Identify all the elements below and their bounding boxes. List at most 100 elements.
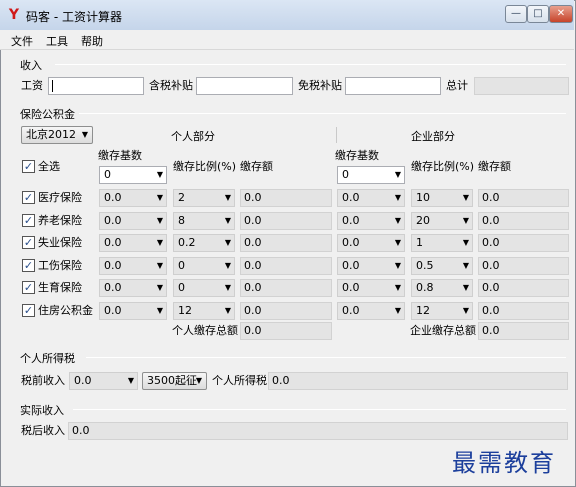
income-group-label: 收入 <box>20 59 42 72</box>
company-ratio-select[interactable]: 10 ▼ <box>411 189 473 207</box>
personal-base-select[interactable]: 0.0 ▼ <box>99 302 167 320</box>
company-ratio-select[interactable]: 20 ▼ <box>411 212 473 230</box>
chevron-down-icon: ▼ <box>127 376 134 385</box>
company-amount-output: 0.0 <box>478 212 569 230</box>
company-ratio-select-value: 12 <box>416 304 430 317</box>
total-output <box>474 77 569 95</box>
chevron-down-icon: ▼ <box>156 216 163 225</box>
city-select[interactable]: 北京2012 ▼ <box>21 126 93 144</box>
personal-base-select-value: 0.0 <box>104 281 122 294</box>
personal-base-select[interactable]: 0.0 ▼ <box>99 279 167 297</box>
chevron-down-icon: ▼ <box>394 238 401 247</box>
personal-ratio-select[interactable]: 2 ▼ <box>173 189 235 207</box>
company-base-select[interactable]: 0.0 ▼ <box>337 189 405 207</box>
company-base-select-value: 0.0 <box>342 191 360 204</box>
insurance-separator <box>79 113 566 114</box>
window-title: 码客 - 工资计算器 <box>26 10 122 24</box>
chevron-down-icon: ▼ <box>462 238 469 247</box>
company-ratio-select[interactable]: 12 ▼ <box>411 302 473 320</box>
select-all-checkbox[interactable]: ✓ <box>22 160 35 173</box>
company-amount-output: 0.0 <box>478 189 569 207</box>
company-ratio-select-value: 1 <box>416 236 423 249</box>
personal-section-header: 个人部分 <box>171 130 215 143</box>
row-checkbox[interactable]: ✓ <box>22 281 35 294</box>
company-base-select[interactable]: 0.0 ▼ <box>337 257 405 275</box>
personal-ratio-select[interactable]: 8 ▼ <box>173 212 235 230</box>
chevron-down-icon: ▼ <box>156 238 163 247</box>
personal-amount-output: 0.0 <box>240 257 332 275</box>
watermark-text: 最需教育 <box>452 449 556 477</box>
chevron-down-icon: ▼ <box>394 170 401 179</box>
chevron-down-icon: ▼ <box>224 216 231 225</box>
tax-separator <box>86 357 566 358</box>
company-ratio-select[interactable]: 0.8 ▼ <box>411 279 473 297</box>
taxable-allowance-input[interactable] <box>196 77 293 95</box>
company-base-select[interactable]: 0.0 ▼ <box>337 279 405 297</box>
personal-ratio-select-value: 0 <box>178 281 185 294</box>
pretax-select[interactable]: 0.0 ▼ <box>69 372 138 390</box>
personal-amount-output: 0.0 <box>240 212 332 230</box>
company-base-select-value: 0.0 <box>342 259 360 272</box>
personal-ratio-select-value: 0 <box>178 259 185 272</box>
personal-ratio-select[interactable]: 12 ▼ <box>173 302 235 320</box>
row-checkbox[interactable]: ✓ <box>22 191 35 204</box>
chevron-down-icon: ▼ <box>195 376 202 385</box>
personal-base-all-value: 0 <box>104 168 111 181</box>
personal-base-select-value: 0.0 <box>104 259 122 272</box>
row-label: 医疗保险 <box>38 191 82 204</box>
chevron-down-icon: ▼ <box>156 170 163 179</box>
chevron-down-icon: ▼ <box>462 216 469 225</box>
row-checkbox[interactable]: ✓ <box>22 236 35 249</box>
personal-base-select[interactable]: 0.0 ▼ <box>99 257 167 275</box>
row-checkbox[interactable]: ✓ <box>22 259 35 272</box>
company-base-select[interactable]: 0.0 ▼ <box>337 234 405 252</box>
personal-base-all-select[interactable]: 0 ▼ <box>99 166 167 184</box>
personal-base-select[interactable]: 0.0 ▼ <box>99 234 167 252</box>
company-base-select[interactable]: 0.0 ▼ <box>337 212 405 230</box>
taxfree-allowance-input[interactable] <box>345 77 441 95</box>
company-ratio-header: 缴存比例(%) <box>411 160 475 173</box>
personal-base-header: 缴存基数 <box>98 149 142 162</box>
personal-amount-header: 缴存额 <box>240 160 273 173</box>
chevron-down-icon: ▼ <box>156 283 163 292</box>
chevron-down-icon: ▼ <box>394 306 401 315</box>
personal-base-select[interactable]: 0.0 ▼ <box>99 189 167 207</box>
personal-base-select-value: 0.0 <box>104 214 122 227</box>
company-base-select[interactable]: 0.0 ▼ <box>337 302 405 320</box>
close-button[interactable]: ✕ <box>549 5 573 23</box>
personal-ratio-select[interactable]: 0 ▼ <box>173 279 235 297</box>
row-checkbox[interactable]: ✓ <box>22 214 35 227</box>
company-base-select-value: 0.0 <box>342 214 360 227</box>
company-base-select-value: 0.0 <box>342 304 360 317</box>
personal-ratio-select[interactable]: 0 ▼ <box>173 257 235 275</box>
aftertax-label: 税后收入 <box>21 424 65 437</box>
minimize-button[interactable]: — <box>505 5 527 23</box>
chevron-down-icon: ▼ <box>394 261 401 270</box>
maximize-button[interactable]: □ <box>527 5 549 23</box>
threshold-select[interactable]: 3500起征 ▼ <box>142 372 207 390</box>
personal-amount-output: 0.0 <box>240 189 332 207</box>
company-ratio-select[interactable]: 0.5 ▼ <box>411 257 473 275</box>
company-ratio-select[interactable]: 1 ▼ <box>411 234 473 252</box>
personal-base-select[interactable]: 0.0 ▼ <box>99 212 167 230</box>
personal-base-select-value: 0.0 <box>104 191 122 204</box>
personal-amount-output: 0.0 <box>240 234 332 252</box>
company-base-select-value: 0.0 <box>342 236 360 249</box>
net-group-label: 实际收入 <box>20 404 64 417</box>
chevron-down-icon: ▼ <box>224 261 231 270</box>
personal-ratio-select[interactable]: 0.2 ▼ <box>173 234 235 252</box>
company-base-header: 缴存基数 <box>335 149 379 162</box>
section-divider <box>336 127 337 143</box>
chevron-down-icon: ▼ <box>462 261 469 270</box>
chevron-down-icon: ▼ <box>224 283 231 292</box>
menu-help[interactable]: 帮助 <box>81 33 103 49</box>
personal-ratio-select-value: 2 <box>178 191 185 204</box>
company-total-output: 0.0 <box>478 322 569 340</box>
menu-file[interactable]: 文件 <box>11 33 33 49</box>
salary-input[interactable] <box>48 77 144 95</box>
company-amount-header: 缴存额 <box>478 160 511 173</box>
row-checkbox[interactable]: ✓ <box>22 304 35 317</box>
company-base-all-select[interactable]: 0 ▼ <box>337 166 405 184</box>
menu-tools[interactable]: 工具 <box>46 33 68 49</box>
company-ratio-select-value: 0.5 <box>416 259 434 272</box>
